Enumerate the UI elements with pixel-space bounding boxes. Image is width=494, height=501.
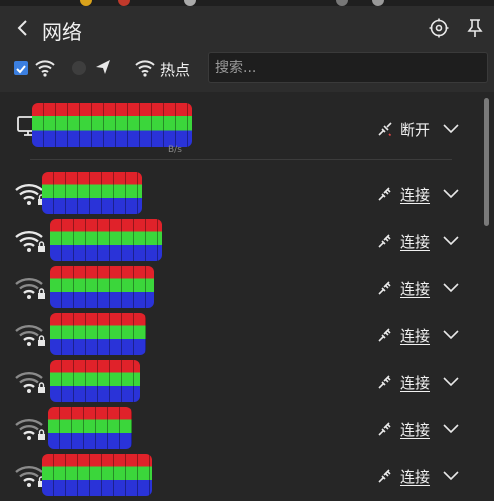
network-row[interactable]: 连接 [0, 219, 480, 261]
ssid-redacted [50, 360, 140, 402]
ssid-redacted [50, 219, 162, 261]
connected-network-row[interactable]: B/s 断开 [0, 103, 480, 157]
plug-icon [378, 234, 391, 248]
divider [30, 159, 452, 160]
search-input[interactable] [208, 52, 488, 83]
page-title: 网络 [42, 20, 82, 44]
ssid-redacted [32, 103, 192, 147]
chevron-down-icon[interactable] [442, 327, 460, 341]
scrollbar[interactable] [484, 98, 489, 226]
connect-label: 连接 [400, 327, 431, 345]
chevron-down-icon[interactable] [442, 280, 460, 294]
checkmark-icon [16, 65, 26, 74]
wifi-lock-icon [15, 325, 45, 346]
network-row[interactable]: 连接 [0, 407, 480, 449]
wifi-lock-icon [15, 419, 45, 440]
disconnect-label: 断开 [400, 121, 431, 139]
hotspot-wifi-icon[interactable] [134, 58, 156, 78]
connect-label: 连接 [400, 186, 431, 204]
wifi-lock-icon [15, 278, 45, 299]
connect-label: 连接 [400, 233, 431, 251]
plug-icon [378, 422, 391, 436]
top-strip [0, 0, 494, 6]
ssid-redacted [50, 313, 146, 355]
connect-label: 连接 [400, 421, 431, 439]
chevron-down-icon[interactable] [442, 186, 460, 200]
toolbar: 热点 [0, 50, 494, 90]
plug-icon [378, 375, 391, 389]
back-arrow-icon[interactable] [14, 18, 32, 38]
wifi-lock-icon [15, 231, 45, 252]
pin-icon[interactable] [464, 17, 486, 39]
network-row[interactable]: 连接 [0, 172, 480, 214]
chevron-down-icon[interactable] [442, 121, 460, 135]
wifi-lock-icon [15, 372, 45, 393]
plug-icon [378, 281, 391, 295]
ssid-redacted [42, 454, 152, 496]
chevron-down-icon[interactable] [442, 421, 460, 435]
network-list: B/s 断开 连接 连接 连接 连接 连接 连接 连接 [0, 92, 494, 501]
chevron-down-icon[interactable] [442, 233, 460, 247]
unplug-icon [378, 122, 392, 137]
hotspot-label[interactable]: 热点 [160, 59, 190, 80]
send-icon [96, 60, 110, 74]
chevron-down-icon[interactable] [442, 374, 460, 388]
wifi-icon [35, 60, 55, 77]
airplane-toggle[interactable] [72, 61, 86, 75]
network-row[interactable]: 连接 [0, 313, 480, 355]
ssid-redacted [42, 172, 142, 214]
header: 网络 [0, 8, 494, 50]
network-row[interactable]: 连接 [0, 360, 480, 402]
wifi-checkbox[interactable] [14, 61, 28, 75]
chevron-down-icon[interactable] [442, 468, 460, 482]
connect-label: 连接 [400, 374, 431, 392]
connect-label: 连接 [400, 280, 431, 298]
settings-icon[interactable] [428, 17, 450, 39]
ssid-redacted [50, 266, 154, 308]
ssid-redacted [48, 407, 132, 449]
network-panel: 网络 热点 搜索... B/s 断开 连接 连接 连接 连接 连接 连接 连接 [0, 0, 494, 501]
network-row[interactable]: 连接 [0, 266, 480, 308]
connect-label: 连接 [400, 468, 431, 486]
speed-unit: B/s [168, 145, 182, 155]
plug-icon [378, 187, 391, 201]
plug-icon [378, 328, 391, 342]
network-row[interactable]: 连接 [0, 454, 480, 496]
plug-icon [378, 469, 391, 483]
